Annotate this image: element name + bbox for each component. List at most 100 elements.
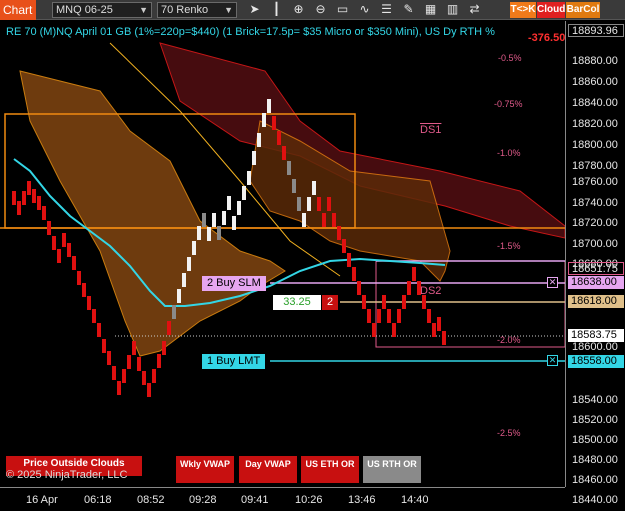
renko-brick — [117, 381, 121, 395]
renko-brick — [192, 241, 196, 255]
renko-brick — [302, 213, 306, 227]
ds2-label: DS2 — [420, 285, 442, 297]
renko-brick — [127, 355, 131, 369]
price-tick: 18780.00 — [572, 160, 618, 172]
renko-brick — [337, 226, 341, 240]
renko-brick — [317, 197, 321, 211]
renko-brick — [162, 341, 166, 355]
renko-brick — [282, 146, 286, 160]
position-qty[interactable]: 2 — [322, 295, 338, 310]
renko-brick — [237, 201, 241, 215]
close-icon[interactable]: ✕ — [547, 277, 558, 288]
renko-brick — [92, 309, 96, 323]
renko-brick — [62, 233, 66, 247]
price-axis[interactable]: 18880.00 18860.00 18840.00 18820.00 1880… — [565, 21, 625, 506]
instrument-value: MNQ 06-25 — [56, 4, 113, 16]
renko-brick — [182, 273, 186, 287]
slm-price-tag: 18638.00 — [568, 276, 624, 289]
renko-brick — [332, 213, 336, 227]
time-tick: 09:41 — [241, 494, 269, 506]
chart-trader-icon[interactable]: ▥ — [444, 1, 461, 18]
renko-brick — [262, 113, 266, 127]
price-tick: 18500.00 — [572, 434, 618, 446]
renko-brick — [132, 341, 136, 355]
day-vwap-button[interactable]: Day VWAP — [239, 456, 297, 483]
renko-brick — [137, 357, 141, 371]
renko-brick — [217, 226, 221, 240]
time-tick: 14:40 — [401, 494, 429, 506]
data-box-icon[interactable]: ▭ — [334, 1, 351, 18]
ds1-label: DS1 — [420, 124, 442, 136]
price-chart-canvas — [0, 42, 565, 397]
time-tick: 09:28 — [189, 494, 217, 506]
renko-brick — [347, 253, 351, 267]
properties-icon[interactable]: ▦ — [422, 1, 439, 18]
price-tick: 18700.00 — [572, 238, 618, 250]
price-tick: 18480.00 — [572, 454, 618, 466]
drawing-tools-icon[interactable]: ✎ — [400, 1, 417, 18]
cursor-icon[interactable]: ➤ — [246, 1, 263, 18]
renko-brick — [107, 351, 111, 365]
renko-brick — [412, 267, 416, 281]
renko-brick — [272, 116, 276, 130]
cloud-toggle-button[interactable]: Cloud — [537, 2, 565, 18]
zoom-out-icon[interactable]: ⊖ — [312, 1, 329, 18]
renko-brick — [277, 131, 281, 145]
time-tick: 10:26 — [295, 494, 323, 506]
renko-brick — [292, 179, 296, 193]
zoom-in-icon[interactable]: ⊕ — [290, 1, 307, 18]
price-tick: 18840.00 — [572, 97, 618, 109]
percent-label: -2.0% — [497, 335, 521, 345]
renko-brick — [402, 295, 406, 309]
renko-brick — [172, 305, 176, 319]
renko-brick — [152, 369, 156, 383]
renko-brick — [87, 296, 91, 310]
weekly-vwap-button[interactable]: Wkly VWAP — [176, 456, 234, 483]
strategies-icon[interactable]: ☰ — [378, 1, 395, 18]
barcol-toggle-button[interactable]: BarCol — [566, 2, 600, 18]
renko-brick — [442, 331, 446, 345]
renko-brick — [67, 243, 71, 257]
us-eth-or-button[interactable]: US ETH OR — [301, 456, 359, 483]
time-axis[interactable]: 16 Apr 06:18 08:52 09:28 09:41 10:26 13:… — [0, 487, 565, 511]
pink-level-tag: 18651.75 — [568, 262, 624, 275]
renko-brick — [437, 317, 441, 331]
renko-brick — [212, 213, 216, 227]
renko-brick — [27, 181, 31, 195]
indicators-icon[interactable]: ∿ — [356, 1, 373, 18]
renko-brick — [157, 354, 161, 368]
us-rth-or-button[interactable]: US RTH OR — [363, 456, 421, 483]
bar-type-value: 70 Renko — [161, 4, 209, 16]
renko-brick — [427, 309, 431, 323]
renko-brick — [47, 221, 51, 235]
renko-brick — [97, 323, 101, 337]
bar-style-icon[interactable]: ┃ — [268, 1, 285, 18]
renko-brick — [12, 191, 16, 205]
renko-brick — [82, 283, 86, 297]
buy-slm-order[interactable]: 2 Buy SLM — [202, 276, 266, 291]
renko-brick — [77, 271, 81, 285]
time-tick: 13:46 — [348, 494, 376, 506]
renko-brick — [227, 196, 231, 210]
sync-icon[interactable]: ⇄ — [466, 1, 483, 18]
chart-toolbar: Chart MNQ 06-25 ▼ 70 Renko ▼ ➤ ┃ ⊕ ⊖ ▭ ∿… — [0, 0, 625, 20]
chart-title-tab[interactable]: Chart — [0, 0, 36, 20]
chart-plot-area[interactable] — [0, 21, 565, 487]
buy-lmt-order[interactable]: 1 Buy LMT — [202, 354, 266, 369]
lmt-price-tag: 18558.00 — [568, 355, 624, 368]
renko-brick — [312, 181, 316, 195]
percent-label: -1.0% — [497, 148, 521, 158]
renko-brick — [322, 213, 326, 227]
tk-toggle-button[interactable]: T<>K — [510, 2, 536, 18]
price-tick: 18860.00 — [572, 76, 618, 88]
price-tick: 18720.00 — [572, 217, 618, 229]
renko-brick — [242, 186, 246, 200]
bar-type-selector[interactable]: 70 Renko ▼ — [157, 2, 237, 18]
price-tick: 18880.00 — [572, 55, 618, 67]
renko-brick — [197, 226, 201, 240]
instrument-selector[interactable]: MNQ 06-25 ▼ — [52, 2, 152, 18]
close-icon[interactable]: ✕ — [547, 355, 558, 366]
price-tick: 18740.00 — [572, 197, 618, 209]
renko-brick — [147, 383, 151, 397]
renko-brick — [372, 323, 376, 337]
